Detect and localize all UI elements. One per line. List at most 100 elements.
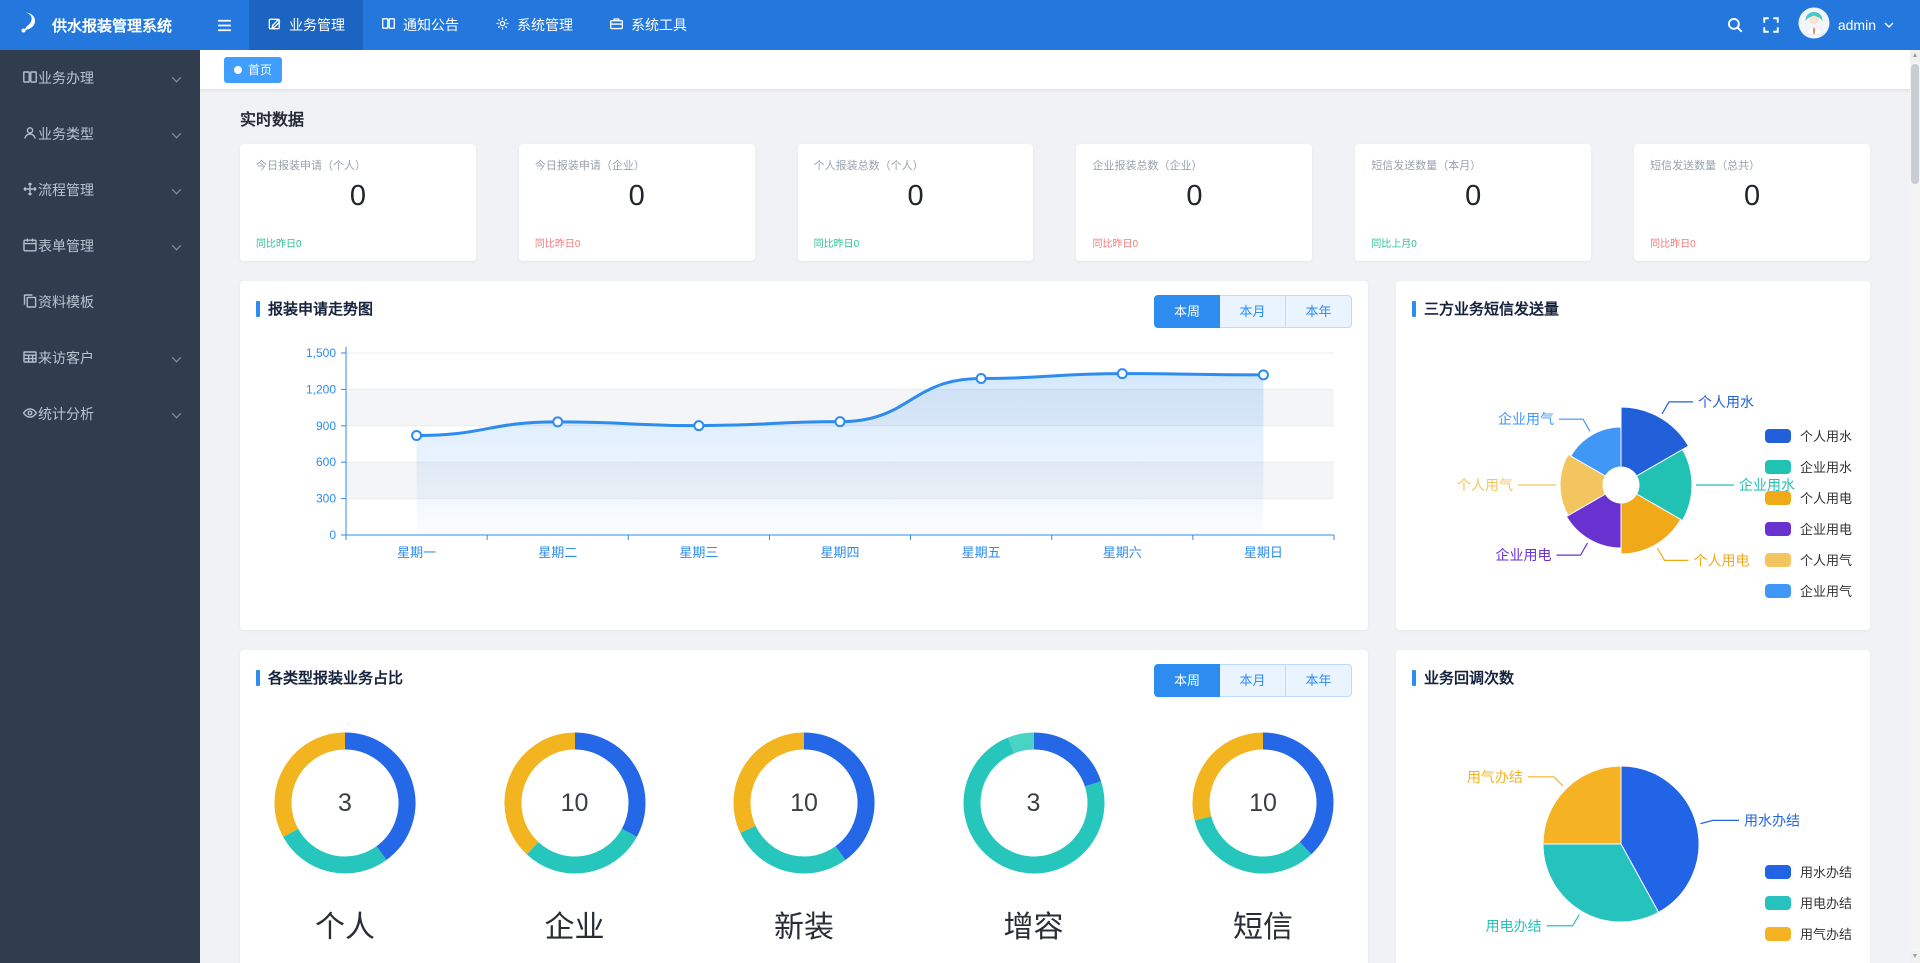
svg-text:1,500: 1,500 xyxy=(306,346,336,360)
chevron-down-icon xyxy=(171,350,182,366)
vertical-scrollbar[interactable]: ▲ ▼ xyxy=(1910,50,1920,963)
donut-value: 10 xyxy=(500,728,650,878)
sidebar-item-7[interactable]: 统计分析 xyxy=(0,386,200,442)
svg-text:用水办结: 用水办结 xyxy=(1744,812,1800,828)
svg-text:星期六: 星期六 xyxy=(1103,545,1142,560)
callback-chart-card: 业务回调次数 用水办结用电办结用气办结 用水办结用电办结用气办结 xyxy=(1396,650,1870,963)
title-bar-icon xyxy=(1412,670,1416,686)
tab-home[interactable]: 首页 xyxy=(224,57,282,83)
stat-card-value: 0 xyxy=(519,180,755,213)
move-icon xyxy=(22,181,38,200)
app-window: 供水报装管理系统 业务管理通知公告系统管理系统工具 admin xyxy=(0,0,1920,963)
avatar xyxy=(1798,7,1830,44)
donut-value: 3 xyxy=(270,728,420,878)
svg-text:星期日: 星期日 xyxy=(1244,545,1283,560)
sidebar-item-1[interactable]: 业务办理 xyxy=(0,50,200,106)
svg-text:1,200: 1,200 xyxy=(306,382,336,396)
title-bar-icon xyxy=(256,670,260,686)
svg-text:300: 300 xyxy=(316,492,336,506)
sidebar-item-2[interactable]: 业务类型 xyxy=(0,106,200,162)
legend-swatch xyxy=(1765,865,1791,879)
svg-text:星期一: 星期一 xyxy=(397,545,436,560)
scroll-up-icon[interactable]: ▲ xyxy=(1910,50,1920,62)
book-icon xyxy=(381,16,396,34)
logo-icon xyxy=(16,10,42,41)
range-button-本年[interactable]: 本年 xyxy=(1286,295,1352,328)
legend-item[interactable]: 个人用电 xyxy=(1765,488,1852,507)
stat-cards-row: 今日报装申请（个人） 0 同比昨日0今日报装申请（企业） 0 同比昨日0个人报装… xyxy=(240,144,1870,261)
types-chart-header: 各类型报装业务占比 xyxy=(256,667,403,688)
legend-item[interactable]: 企业用电 xyxy=(1765,519,1852,538)
legend-item[interactable]: 个人用水 xyxy=(1765,426,1852,445)
top-navbar: 供水报装管理系统 业务管理通知公告系统管理系统工具 admin xyxy=(0,0,1920,50)
legend-item[interactable]: 用气办结 xyxy=(1765,924,1852,943)
legend-item[interactable]: 用水办结 xyxy=(1765,862,1852,881)
svg-text:900: 900 xyxy=(316,419,336,433)
trend-chart-card: 报装申请走势图 本周本月本年 03006009001,2001,500星期一星期… xyxy=(240,281,1368,630)
nav-item-1[interactable]: 业务管理 xyxy=(249,0,363,50)
sms-chart-legend: 个人用水企业用水个人用电企业用电个人用气企业用气 xyxy=(1765,426,1852,612)
legend-swatch xyxy=(1765,927,1791,941)
nav-item-2[interactable]: 通知公告 xyxy=(363,0,477,50)
search-icon[interactable] xyxy=(1726,16,1744,34)
chevron-down-icon xyxy=(171,182,182,198)
svg-text:星期五: 星期五 xyxy=(962,545,1001,560)
donut-chart: 10 企业 xyxy=(500,728,650,946)
sms-chart-card: 三方业务短信发送量 个人用水企业用水个人用电企业用电个人用气企业用气 个人用水企… xyxy=(1396,281,1870,630)
sidebar-toggle-button[interactable] xyxy=(200,0,249,50)
nav-right: admin xyxy=(1726,0,1920,50)
range-button-本月[interactable]: 本月 xyxy=(1220,664,1286,697)
types-chart-card: 各类型报装业务占比 本周本月本年 3个人10企业10新装3增容10短信 xyxy=(240,650,1368,963)
range-button-本周[interactable]: 本周 xyxy=(1154,295,1220,328)
donut-chart: 3增容 xyxy=(959,728,1109,946)
donut-chart: 10短信 xyxy=(1188,728,1338,946)
stat-card-value: 0 xyxy=(1355,180,1591,213)
main-content: 实时数据 今日报装申请（个人） 0 同比昨日0今日报装申请（企业） 0 同比昨日… xyxy=(200,90,1910,963)
chevron-down-icon xyxy=(171,126,182,142)
stat-card-footer: 同比昨日0 xyxy=(814,235,860,250)
sidebar-item-6[interactable]: 来访客户 xyxy=(0,330,200,386)
edit-icon xyxy=(267,16,282,34)
sidebar-item-5[interactable]: 资料模板 xyxy=(0,274,200,330)
stat-card-footer: 同比昨日0 xyxy=(1650,235,1696,250)
svg-text:企业用电: 企业用电 xyxy=(1496,547,1552,563)
nav-menu: 业务管理通知公告系统管理系统工具 xyxy=(249,0,705,50)
legend-swatch xyxy=(1765,491,1791,505)
sidebar-item-3[interactable]: 流程管理 xyxy=(0,162,200,218)
fullscreen-icon[interactable] xyxy=(1762,16,1780,34)
legend-item[interactable]: 企业用气 xyxy=(1765,581,1852,600)
stat-card: 短信发送数量（总共） 0 同比昨日0 xyxy=(1634,144,1870,261)
svg-text:个人用电: 个人用电 xyxy=(1694,552,1750,568)
callback-chart-header: 业务回调次数 xyxy=(1412,667,1514,688)
chevron-down-icon xyxy=(171,70,182,86)
range-button-本周[interactable]: 本周 xyxy=(1154,664,1220,697)
legend-item[interactable]: 个人用气 xyxy=(1765,550,1852,569)
trend-range-buttons: 本周本月本年 xyxy=(1154,295,1352,328)
legend-item[interactable]: 用电办结 xyxy=(1765,893,1852,912)
sms-chart-header: 三方业务短信发送量 xyxy=(1412,298,1559,319)
scrollbar-thumb[interactable] xyxy=(1911,64,1919,184)
app-logo[interactable]: 供水报装管理系统 xyxy=(0,0,200,50)
calendar-icon xyxy=(22,237,38,256)
svg-text:企业用气: 企业用气 xyxy=(1498,411,1554,427)
stat-card: 今日报装申请（企业） 0 同比昨日0 xyxy=(519,144,755,261)
user-icon xyxy=(22,125,38,144)
range-button-本月[interactable]: 本月 xyxy=(1220,295,1286,328)
nav-item-4[interactable]: 系统工具 xyxy=(591,0,705,50)
trend-chart-title: 报装申请走势图 xyxy=(268,298,373,319)
range-button-本年[interactable]: 本年 xyxy=(1286,664,1352,697)
donut-label: 企业 xyxy=(500,902,650,946)
trend-chart-header: 报装申请走势图 xyxy=(256,298,373,319)
sidebar-item-4[interactable]: 表单管理 xyxy=(0,218,200,274)
copy-icon xyxy=(22,293,38,312)
legend-item[interactable]: 企业用水 xyxy=(1765,457,1852,476)
stat-card: 企业报装总数（企业） 0 同比昨日0 xyxy=(1076,144,1312,261)
user-menu[interactable]: admin xyxy=(1798,7,1894,44)
scroll-down-icon[interactable]: ▼ xyxy=(1910,951,1920,963)
stat-card-footer: 同比上月0 xyxy=(1371,235,1417,250)
caret-down-icon xyxy=(1884,16,1894,34)
tab-dot-icon xyxy=(234,66,242,74)
nav-item-3[interactable]: 系统管理 xyxy=(477,0,591,50)
donut-value: 10 xyxy=(1188,728,1338,878)
donut-value: 10 xyxy=(729,728,879,878)
